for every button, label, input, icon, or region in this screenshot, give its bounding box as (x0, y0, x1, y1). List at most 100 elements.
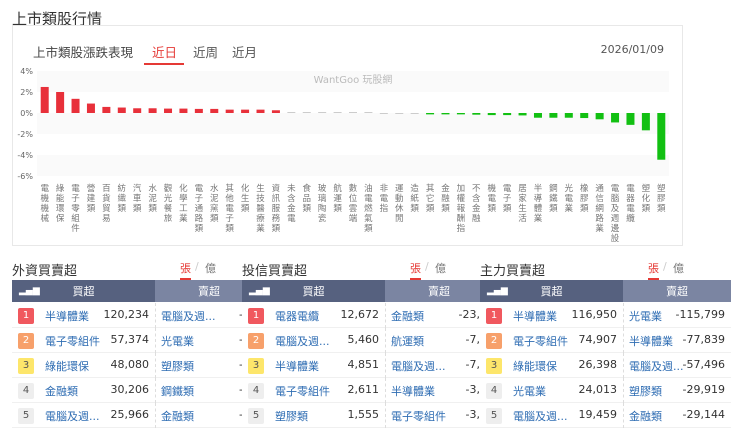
bar-電子零組件[interactable] (71, 98, 80, 113)
bar-機電類[interactable] (487, 113, 496, 116)
bar-化學工業[interactable] (179, 108, 188, 113)
unit-toggle-shares[interactable]: 張 (648, 260, 659, 280)
bar-綠能環保[interactable] (56, 92, 65, 113)
sell-sector-link[interactable]: 半導體業 (629, 333, 673, 349)
bar-水泥類[interactable] (148, 108, 157, 113)
unit-toggle-amount[interactable]: 億 (673, 260, 684, 276)
bar-鋼鐵類[interactable] (549, 113, 558, 118)
bar-電機機械[interactable] (40, 86, 49, 113)
bar-電子類[interactable] (503, 113, 512, 116)
bar-塑化類[interactable] (641, 113, 650, 131)
bar-未含金電[interactable] (287, 112, 296, 113)
unit-toggle-amount[interactable]: 億 (435, 260, 446, 276)
bar-加權報酬指[interactable] (456, 113, 465, 115)
sell-sector-link[interactable]: 航運類 (391, 333, 424, 349)
sell-sector-link[interactable]: 塑膠類 (161, 358, 194, 374)
sell-sector-link[interactable]: 半導體業 (391, 383, 435, 399)
sector-bar-chart: 4% 2% 0% -2% -4% -6% WantGoo 玩股網 電機機械綠能環保電子零組… (17, 67, 669, 244)
sell-sector-link[interactable]: 電腦及週... (161, 308, 216, 324)
bar-其它類[interactable] (426, 113, 435, 115)
table-row: 5 電腦及週... 19,459 金融類 -29,144 (480, 403, 731, 428)
unit-toggle-amount[interactable]: 億 (205, 260, 216, 276)
sell-sector-link[interactable]: 鋼鐵類 (161, 383, 194, 399)
bar-數位雲端[interactable] (349, 112, 357, 113)
x-tick-label: 加權報酬指 (457, 183, 466, 234)
bar-居家生活[interactable] (518, 113, 527, 116)
bar-資訊服務類[interactable] (271, 110, 280, 113)
buy-sector-link[interactable]: 綠能環保 (513, 358, 557, 374)
bar-運動休閒[interactable] (395, 113, 404, 114)
bar-電腦及週邊設[interactable] (611, 113, 620, 123)
x-tick-label: 百貨貿易 (102, 184, 111, 224)
bar-汽車類[interactable] (133, 108, 142, 113)
bar-造紙類[interactable] (410, 113, 419, 114)
buy-sector-link[interactable]: 電腦及週... (513, 408, 568, 424)
bar-玻璃陶瓷[interactable] (318, 112, 327, 113)
sell-sector-link[interactable]: 電腦及週... (629, 358, 684, 374)
bar-半導體業[interactable] (533, 113, 542, 118)
x-tick-label: 玻璃陶瓷 (318, 183, 327, 224)
sector-performance-card: 上市類股漲跌表現 近日 近周 近月 2026/01/09 4% 2% 0% -2% -4… (12, 25, 683, 246)
bar-不含金融[interactable] (472, 113, 481, 115)
buy-sector-link[interactable]: 半導體業 (275, 358, 319, 374)
sell-sector-link[interactable]: 塑膠類 (629, 383, 662, 399)
bar-水泥窯類[interactable] (210, 108, 219, 113)
rank-badge: 3 (18, 358, 34, 374)
x-tick-label: 營建類 (87, 183, 96, 214)
bar-金融類[interactable] (441, 113, 450, 115)
buy-value: 74,907 (578, 333, 618, 346)
bar-紡織類[interactable] (117, 107, 126, 113)
buy-sector-link[interactable]: 電器電纜 (275, 308, 319, 324)
buy-sector-link[interactable]: 金融類 (45, 383, 78, 399)
bar-百貨貿易[interactable] (102, 106, 111, 113)
y-tick-label: -6% (17, 172, 33, 181)
buy-sector-link[interactable]: 塑膠類 (275, 408, 308, 424)
sell-sector-link[interactable]: 金融類 (391, 308, 424, 324)
bar-食品類[interactable] (302, 112, 311, 113)
rank-badge: 5 (248, 408, 264, 424)
divider (385, 403, 386, 428)
bar-塑膠類[interactable] (657, 113, 666, 160)
sell-sector-link[interactable]: 金融類 (161, 408, 194, 424)
rank-badge: 4 (486, 383, 502, 399)
buy-header[interactable]: ▂▄▆ 買超 (480, 280, 623, 302)
buy-value: 30,206 (110, 383, 150, 396)
sell-header[interactable]: 賣超 (623, 280, 731, 302)
buy-sector-link[interactable]: 電腦及週... (275, 333, 330, 349)
unit-toggle-shares[interactable]: 張 (410, 260, 421, 280)
bar-化生類[interactable] (241, 109, 250, 113)
bar-營建類[interactable] (86, 103, 95, 113)
bar-電器電纜[interactable] (626, 113, 635, 125)
buy-sector-link[interactable]: 電子零組件 (275, 383, 330, 399)
buy-header-label: 買超 (540, 285, 563, 298)
buy-header[interactable]: ▂▄▆ 買超 (242, 280, 385, 302)
sell-sector-link[interactable]: 光電業 (629, 308, 662, 324)
x-tick-label: 電器電纜 (626, 184, 635, 224)
buy-sector-link[interactable]: 半導體業 (513, 308, 557, 324)
sell-sector-link[interactable]: 光電業 (161, 333, 194, 349)
bar-電子通路類[interactable] (194, 108, 203, 113)
buy-sector-link[interactable]: 電腦及週... (45, 408, 100, 424)
buy-sector-link[interactable]: 電子零組件 (513, 333, 568, 349)
sell-sector-link[interactable]: 電子零組件 (391, 408, 446, 424)
bar-非電指[interactable] (379, 113, 388, 114)
bar-通信網路業[interactable] (595, 113, 604, 120)
bar-生技醫療業[interactable] (256, 109, 265, 113)
buy-sector-link[interactable]: 半導體業 (45, 308, 89, 324)
bar-光電業[interactable] (564, 113, 573, 118)
buy-header[interactable]: ▂▄▆ 買超 (12, 280, 155, 302)
bar-航運類[interactable] (333, 112, 342, 113)
sell-sector-link[interactable]: 金融類 (629, 408, 662, 424)
sell-sector-link[interactable]: 電腦及週... (391, 358, 446, 374)
buy-sector-link[interactable]: 綠能環保 (45, 358, 89, 374)
divider (155, 353, 156, 378)
buy-sector-link[interactable]: 電子零組件 (45, 333, 100, 349)
unit-toggle-shares[interactable]: 張 (180, 260, 191, 280)
bar-橡膠類[interactable] (580, 113, 589, 119)
bar-觀光餐旅[interactable] (164, 108, 173, 113)
buy-sector-link[interactable]: 光電業 (513, 383, 546, 399)
bar-油電燃氣類[interactable] (364, 112, 373, 113)
x-tick-label: 造紙類 (410, 183, 419, 214)
sell-header[interactable]: 賣超 (385, 280, 493, 302)
bar-其他電子類[interactable] (225, 109, 234, 113)
